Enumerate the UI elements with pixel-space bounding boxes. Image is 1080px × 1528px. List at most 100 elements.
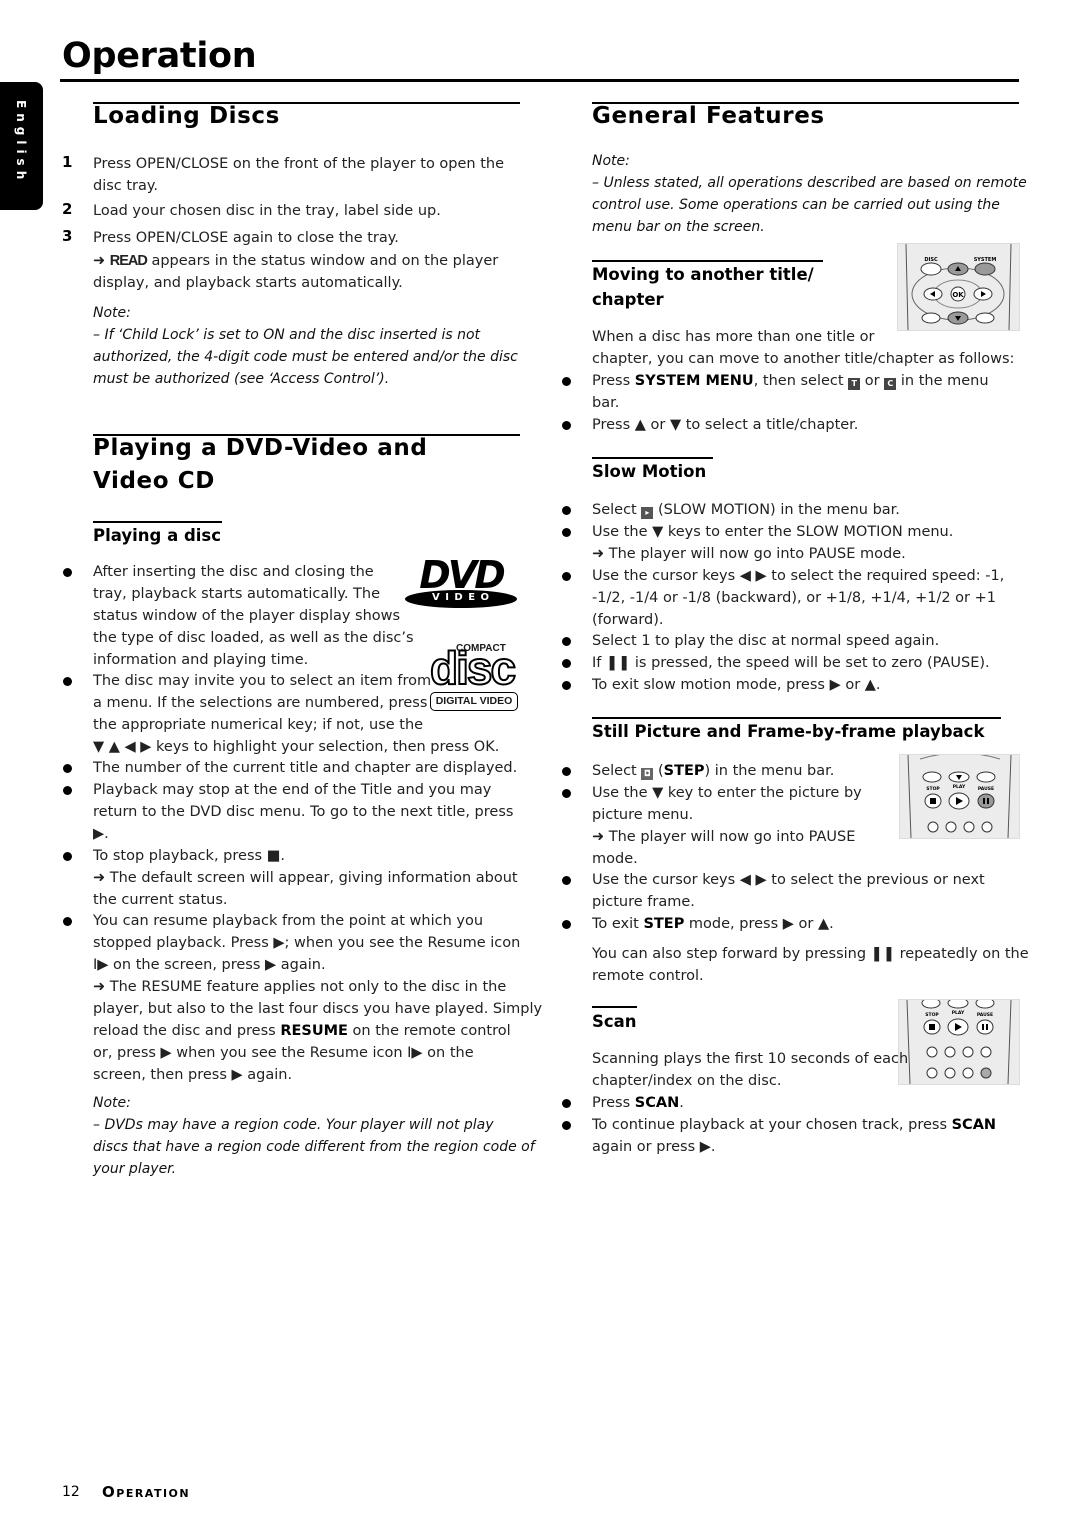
body-text: The disc may invite you to select an ite… — [93, 673, 432, 689]
step-result: ➜ READ appears in the status window and … — [93, 253, 499, 269]
note-label: Note: — [93, 305, 131, 321]
body-text: Playback may stop at the end of the Titl… — [93, 782, 492, 798]
moving-heading: chapter — [592, 290, 664, 309]
body-text: ➜ The default screen will appear, giving… — [93, 870, 518, 886]
step-label: STEP — [643, 916, 685, 932]
note-text: control use. Some operations can be carr… — [592, 197, 1000, 213]
bullet — [562, 421, 571, 430]
body-text: the appropriate numerical key; if not, u… — [93, 717, 424, 733]
footer-section-title: Operation — [102, 1483, 191, 1501]
body-text: Use the cursor keys ◀ ▶ to select the pr… — [592, 872, 985, 888]
compact-disc-logo: COMPACT disc DIGITAL VIDEO — [429, 643, 522, 713]
note-label: Note: — [592, 153, 630, 169]
step-icon: ◘ — [641, 768, 654, 780]
dvd-logo-sub: V I D E O — [431, 592, 491, 603]
bullet — [562, 789, 571, 798]
step-text: Press OPEN/CLOSE on the front of the pla… — [93, 156, 505, 172]
body-text: status window of the player display show… — [93, 608, 401, 624]
body-text: reload the disc and press RESUME on the … — [93, 1023, 511, 1039]
remote-playback-image: STOP PLAY PAUSE — [899, 752, 1020, 839]
chapter-menu-icon: C — [884, 378, 897, 390]
step-number: 1 — [62, 153, 73, 171]
body-text: the type of disc loaded, as well as the … — [93, 630, 414, 646]
language-tab-label: English — [14, 100, 28, 185]
resume-key-label: RESUME — [280, 1023, 348, 1039]
bullet — [562, 637, 571, 646]
playing-dvd-heading: Playing a DVD-Video and — [93, 435, 428, 461]
note-text: discs that have a region code different … — [93, 1139, 535, 1155]
slow-motion-heading: Slow Motion — [592, 462, 707, 481]
body-text: To exit STEP mode, press ▶ or ▲. — [592, 916, 834, 932]
note-text: authorized, the 4-digit code must be ent… — [93, 349, 518, 365]
note-text: – DVDs may have a region code. Your play… — [93, 1117, 494, 1133]
bullet — [562, 377, 571, 386]
body-text: To exit slow motion mode, press ▶ or ▲. — [592, 677, 881, 693]
svg-text:DISC: DISC — [924, 257, 938, 263]
svg-text:STOP: STOP — [925, 1012, 939, 1018]
scan-rule — [592, 1006, 637, 1008]
body-text: I▶ on the screen, press ▶ again. — [93, 957, 326, 973]
body-text: Use the ▼ key to enter the picture by — [592, 785, 862, 801]
bullet — [562, 920, 571, 929]
still-picture-heading: Still Picture and Frame-by-frame playbac… — [592, 722, 985, 741]
svg-text:STOP: STOP — [926, 786, 940, 792]
body-text: Select ▸ (SLOW MOTION) in the menu bar. — [592, 502, 900, 519]
body-text: screen, then press ▶ again. — [93, 1067, 293, 1083]
body-text: When a disc has more than one title or — [592, 329, 875, 345]
svg-text:PLAY: PLAY — [953, 784, 966, 790]
body-text: tray, playback starts automatically. The — [93, 586, 381, 602]
note-text: must be authorized (see ‘Access Control’… — [93, 371, 390, 387]
body-text: information and playing time. — [93, 652, 309, 668]
scan-heading: Scan — [592, 1012, 637, 1031]
body-text: The number of the current title and chap… — [93, 760, 518, 776]
body-text: again or press ▶. — [592, 1139, 716, 1155]
bullet — [562, 681, 571, 690]
body-text: bar. — [592, 395, 620, 411]
body-text: chapter, you can move to another title/c… — [592, 351, 1015, 367]
body-text: To continue playback at your chosen trac… — [592, 1117, 997, 1133]
scan-key-label: SCAN — [951, 1117, 997, 1133]
step-label: STEP — [663, 763, 705, 779]
body-text: or, press ▶ when you see the Resume icon… — [93, 1045, 474, 1061]
body-text: remote control. — [592, 968, 704, 984]
svg-text:SYSTEM: SYSTEM — [974, 257, 997, 263]
body-text: After inserting the disc and closing the — [93, 564, 374, 580]
bullet — [63, 786, 72, 795]
system-menu-key-label: SYSTEM MENU — [634, 373, 754, 389]
body-text: ➜ The player will now go into PAUSE mode… — [592, 546, 906, 562]
bullet — [63, 677, 72, 686]
bullet — [562, 767, 571, 776]
page-title: Operation — [62, 36, 257, 76]
scan-key-label: SCAN — [634, 1095, 680, 1111]
body-text: Select 1 to play the disc at normal spee… — [592, 633, 940, 649]
step-number: 2 — [62, 200, 73, 218]
bullet — [562, 1121, 571, 1130]
note-text: – Unless stated, all operations describe… — [592, 175, 1027, 191]
body-text: Press SYSTEM MENU, then select T or C in… — [592, 373, 989, 390]
body-text: picture frame. — [592, 894, 695, 910]
body-text: You can also step forward by pressing ❚❚… — [592, 946, 1029, 962]
note-text: menu bar on the screen. — [592, 219, 765, 235]
body-text: player, but also to the last four discs … — [93, 1001, 543, 1017]
svg-text:PLAY: PLAY — [952, 1010, 965, 1016]
body-text: stopped playback. Press ▶; when you see … — [93, 935, 521, 951]
bullet — [562, 659, 571, 668]
read-display-text: READ — [109, 253, 148, 269]
general-features-heading: General Features — [592, 103, 825, 129]
body-text: You can resume playback from the point a… — [93, 913, 484, 929]
bullet — [562, 506, 571, 515]
bullet — [562, 876, 571, 885]
bullet — [63, 568, 72, 577]
body-text: mode. — [592, 851, 638, 867]
body-text: picture menu. — [592, 807, 694, 823]
language-tab: English — [0, 82, 43, 210]
step-text: Press OPEN/CLOSE again to close the tray… — [93, 230, 399, 246]
body-text: ➜ The player will now go into PAUSE — [592, 829, 856, 845]
remote-navigation-image: OK DISC SYSTEM — [897, 243, 1020, 331]
bullet — [562, 572, 571, 581]
svg-text:PAUSE: PAUSE — [977, 1012, 993, 1018]
body-text: return to the DVD disc menu. To go to th… — [93, 804, 514, 820]
body-text: Press ▲ or ▼ to select a title/chapter. — [592, 417, 859, 433]
bullet — [562, 528, 571, 537]
cd-logo-sub: DIGITAL VIDEO — [430, 692, 518, 711]
